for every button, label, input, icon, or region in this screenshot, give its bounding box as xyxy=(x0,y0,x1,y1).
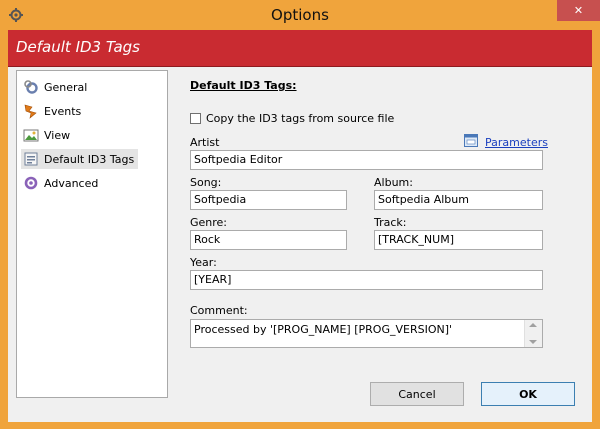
title-bar[interactable]: Options ✕ xyxy=(0,0,600,30)
sidebar-item-label: Default ID3 Tags xyxy=(44,152,135,166)
client-area: Default ID3 Tags General Events View Def… xyxy=(8,30,592,422)
sidebar-item-advanced[interactable]: Advanced xyxy=(21,173,102,193)
artist-label: Artist xyxy=(190,136,220,149)
sidebar-item-label: View xyxy=(44,128,71,142)
options-sidebar: General Events View Default ID3 Tags Adv… xyxy=(16,70,168,398)
song-field[interactable]: Softpedia xyxy=(190,190,347,210)
track-label: Track: xyxy=(374,216,407,229)
album-label: Album: xyxy=(374,176,413,189)
track-field[interactable]: [TRACK_NUM] xyxy=(374,230,543,250)
genre-label: Genre: xyxy=(190,216,228,229)
close-icon: ✕ xyxy=(573,4,584,17)
album-field[interactable]: Softpedia Album xyxy=(374,190,543,210)
comment-text: Processed by '[PROG_NAME] [PROG_VERSION]… xyxy=(194,323,453,336)
song-label: Song: xyxy=(190,176,222,189)
section-heading: Default ID3 Tags: xyxy=(190,79,297,92)
close-button[interactable]: ✕ xyxy=(557,0,600,21)
sidebar-item-general[interactable]: General xyxy=(21,77,91,97)
parameters-link[interactable]: Parameters xyxy=(464,134,548,150)
tags-icon xyxy=(23,151,39,167)
window-title: Options xyxy=(271,6,329,24)
sidebar-item-label: Advanced xyxy=(44,176,99,190)
scroll-up-icon[interactable] xyxy=(529,323,537,327)
parameters-link-label[interactable]: Parameters xyxy=(485,136,548,149)
year-label: Year: xyxy=(190,256,217,269)
sidebar-item-label: General xyxy=(44,80,88,94)
year-field[interactable]: [YEAR] xyxy=(190,270,543,290)
comment-label: Comment: xyxy=(190,304,248,317)
copy-tags-label: Copy the ID3 tags from source file xyxy=(206,112,395,125)
comment-textarea[interactable]: Processed by '[PROG_NAME] [PROG_VERSION]… xyxy=(190,319,543,348)
copy-tags-checkbox[interactable] xyxy=(190,113,201,124)
comment-scrollbar[interactable] xyxy=(524,320,542,347)
cancel-button[interactable]: Cancel xyxy=(370,382,464,406)
scroll-down-icon[interactable] xyxy=(529,340,537,344)
sidebar-item-default-id3-tags[interactable]: Default ID3 Tags xyxy=(21,149,139,169)
sidebar-item-events[interactable]: Events xyxy=(21,101,85,121)
sidebar-item-view[interactable]: View xyxy=(21,125,74,145)
sidebar-item-label: Events xyxy=(44,104,82,118)
view-icon xyxy=(23,127,39,143)
gear-icon xyxy=(23,79,39,95)
events-icon xyxy=(23,103,39,119)
artist-field[interactable]: Softpedia Editor xyxy=(190,150,543,170)
options-window: Options ✕ Default ID3 Tags General Event… xyxy=(0,0,600,429)
ok-button[interactable]: OK xyxy=(481,382,575,406)
banner-title: Default ID3 Tags xyxy=(16,38,140,56)
copy-tags-checkbox-row[interactable]: Copy the ID3 tags from source file xyxy=(190,112,394,125)
parameters-icon xyxy=(464,134,478,150)
advanced-gear-icon xyxy=(23,175,39,191)
section-banner: Default ID3 Tags xyxy=(8,30,592,67)
genre-field[interactable]: Rock xyxy=(190,230,347,250)
